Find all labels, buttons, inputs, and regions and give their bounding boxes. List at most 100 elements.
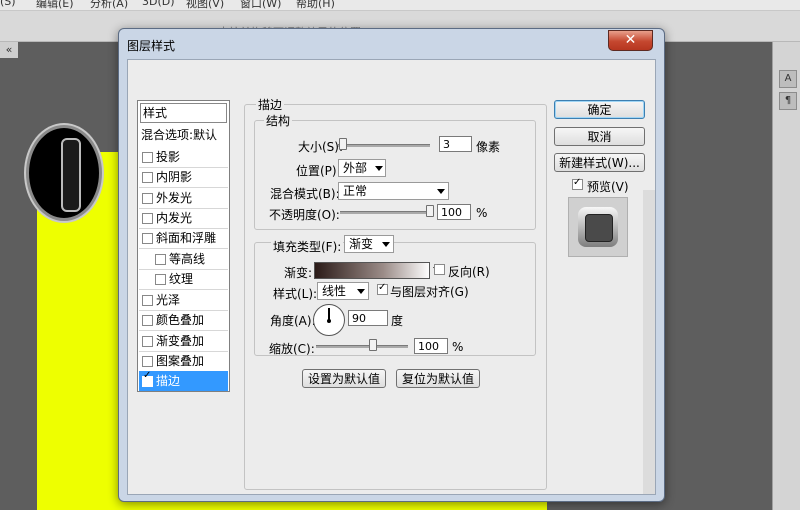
style-item-9[interactable]: 颜色叠加: [139, 310, 228, 330]
style-item-4[interactable]: 内发光: [139, 208, 228, 228]
style-item-1[interactable]: 投影: [139, 147, 228, 167]
style-item-label: 描边: [156, 374, 181, 388]
new-style-button[interactable]: 新建样式(W)...: [554, 153, 645, 172]
style-item-label: 斜面和浮雕: [156, 231, 217, 245]
fill-type-select[interactable]: 渐变: [344, 235, 394, 253]
style-item-12[interactable]: ✓ 描边: [139, 371, 228, 391]
close-icon: ✕: [624, 32, 637, 48]
size-input[interactable]: 3: [439, 136, 472, 152]
style-item-5[interactable]: 斜面和浮雕: [139, 228, 228, 248]
style-preview-thumbnail: [568, 197, 628, 257]
style-checkbox[interactable]: [142, 315, 153, 326]
preview-checkbox[interactable]: [572, 177, 583, 190]
set-as-default-button[interactable]: 设置为默认值: [302, 369, 386, 388]
style-checkbox[interactable]: [142, 336, 153, 347]
close-button[interactable]: ✕: [608, 30, 653, 51]
style-checkbox[interactable]: [142, 152, 153, 163]
style-item-8[interactable]: 光泽: [139, 290, 228, 310]
menu-bar: (S) 编辑(E) 分析(A) 3D(D) 视图(V) 窗口(W) 帮助(H): [0, 0, 800, 11]
style-item-6[interactable]: 等高线: [139, 249, 228, 269]
blend-options-label: 混合选项:默认: [141, 128, 218, 142]
right-panel-dock: A ¶: [772, 42, 800, 510]
styles-header[interactable]: 样式: [140, 103, 227, 123]
opacity-slider-thumb[interactable]: [426, 205, 434, 217]
angle-label: 角度(A):: [270, 314, 316, 328]
scale-input[interactable]: 100: [414, 338, 448, 354]
style-item-label: 图案叠加: [156, 354, 205, 368]
align-with-layer-checkbox[interactable]: [377, 282, 388, 295]
opacity-unit: %: [476, 206, 488, 220]
style-checkbox[interactable]: [142, 356, 153, 367]
fill-type-value: 渐变: [349, 237, 374, 251]
dialog-body: 样式 混合选项:默认 投影 内阴影 外发光 内发光 斜面和浮雕 等高线 纹理 光泽 颜色叠加 渐变…: [127, 59, 656, 495]
opacity-input[interactable]: 100: [437, 204, 471, 220]
panel-collapse-icon[interactable]: «: [0, 42, 18, 58]
style-checkbox[interactable]: [142, 172, 153, 183]
menu-item-3d[interactable]: 3D(D): [142, 0, 175, 8]
ok-button[interactable]: 确定: [554, 100, 645, 119]
check-icon: ✓: [143, 370, 152, 381]
style-item-7[interactable]: 纹理: [139, 269, 228, 289]
structure-group-title: 结构: [264, 112, 293, 129]
blend-mode-select[interactable]: 正常: [338, 182, 449, 200]
blend-mode-label: 混合模式(B):: [270, 187, 340, 201]
gradient-label: 渐变:: [284, 266, 313, 280]
style-item-label: 等高线: [169, 252, 206, 266]
reverse-checkbox[interactable]: [434, 264, 445, 275]
scale-slider[interactable]: [316, 345, 408, 348]
style-item-label: 颜色叠加: [156, 313, 205, 327]
reverse-label: 反向(R): [448, 265, 490, 279]
gradient-swatch[interactable]: [314, 262, 430, 279]
opacity-label: 不透明度(O):: [269, 208, 340, 222]
size-unit: 像素: [476, 140, 501, 154]
style-checkbox[interactable]: [155, 254, 166, 265]
size-slider[interactable]: [338, 144, 430, 147]
style-checkbox[interactable]: [142, 213, 153, 224]
menu-item[interactable]: (S): [0, 0, 16, 8]
character-panel-icon[interactable]: A: [779, 70, 797, 88]
style-checkbox[interactable]: [142, 233, 153, 244]
scale-label: 缩放(C):: [269, 342, 315, 356]
style-item-label: 投影: [156, 150, 181, 164]
blend-options-item[interactable]: 混合选项:默认: [139, 125, 228, 145]
position-select[interactable]: 外部: [338, 159, 386, 177]
scale-slider-thumb[interactable]: [369, 339, 377, 351]
position-label: 位置(P):: [296, 164, 341, 178]
style-item-2[interactable]: 内阴影: [139, 167, 228, 187]
style-item-label: 光泽: [156, 293, 181, 307]
menu-item-edit[interactable]: 编辑(E): [36, 0, 74, 10]
opacity-slider[interactable]: [340, 211, 432, 214]
cancel-button[interactable]: 取消: [554, 127, 645, 146]
reset-to-default-button[interactable]: 复位为默认值: [396, 369, 480, 388]
preview-label: 预览(V): [587, 180, 629, 194]
menu-item-analysis[interactable]: 分析(A): [90, 0, 128, 10]
style-checkbox[interactable]: [142, 295, 153, 306]
position-value: 外部: [343, 161, 368, 175]
style-checkbox[interactable]: ✓: [142, 371, 153, 387]
size-label: 大小(S):: [298, 140, 344, 154]
chevron-down-icon: [357, 289, 365, 294]
style-item-11[interactable]: 图案叠加: [139, 351, 228, 371]
style-item-3[interactable]: 外发光: [139, 188, 228, 208]
knob-graphic: [26, 125, 102, 221]
style-item-10[interactable]: 渐变叠加: [139, 331, 228, 351]
chevron-down-icon: [375, 166, 383, 171]
chevron-down-icon: [382, 242, 390, 247]
align-with-layer-label: 与图层对齐(G): [390, 285, 469, 299]
gradient-style-select[interactable]: 线性: [317, 282, 369, 300]
style-item-label: 外发光: [156, 191, 193, 205]
menu-item-help[interactable]: 帮助(H): [296, 0, 335, 10]
style-checkbox[interactable]: [155, 274, 166, 285]
styles-list: 样式 混合选项:默认 投影内阴影外发光内发光斜面和浮雕等高线纹理光泽颜色叠加渐变…: [137, 100, 230, 392]
paragraph-panel-icon[interactable]: ¶: [779, 92, 797, 110]
angle-dial[interactable]: [313, 304, 345, 336]
style-item-label: 内发光: [156, 211, 193, 225]
menu-item-view[interactable]: 视图(V): [186, 0, 224, 10]
style-checkbox[interactable]: [142, 193, 153, 204]
dialog-titlebar[interactable]: 图层样式 ✕: [119, 29, 664, 57]
preview-shape: [578, 207, 618, 247]
angle-input[interactable]: 90: [348, 310, 388, 326]
size-slider-thumb[interactable]: [339, 138, 347, 150]
blend-mode-value: 正常: [343, 184, 368, 198]
menu-item-window[interactable]: 窗口(W): [240, 0, 281, 10]
